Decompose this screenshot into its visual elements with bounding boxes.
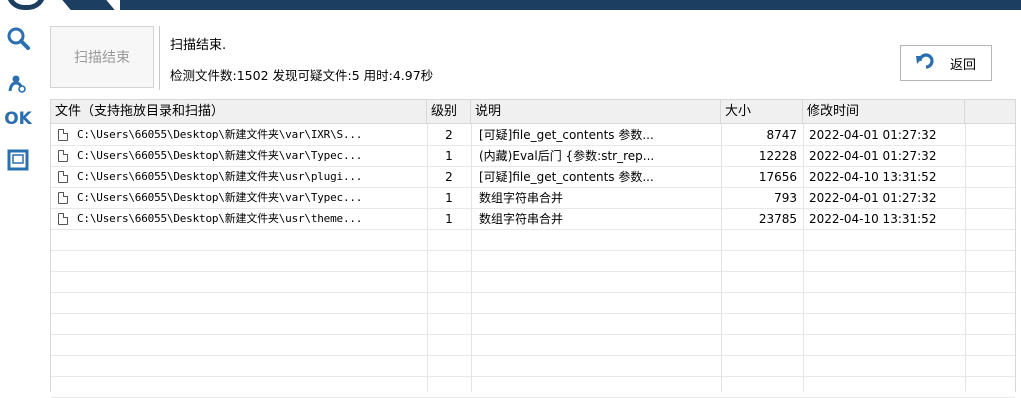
empty-row <box>51 356 1015 377</box>
empty-row <box>51 314 1015 335</box>
status-detail: 检测文件数:1502 发现可疑文件:5 用时:4.97秒 <box>170 68 434 83</box>
empty-row <box>51 377 1015 398</box>
cell-mtime: 2022-04-01 01:27:32 <box>809 149 937 163</box>
cell-desc: 数组字符串合并 <box>479 191 564 205</box>
user-scan-icon[interactable] <box>5 72 31 96</box>
table-row[interactable]: C:\Users\66055\Desktop\新建文件夹\var\Typec..… <box>51 146 1015 167</box>
cell-size: 17656 <box>758 170 797 184</box>
ok-label: OK <box>4 109 32 129</box>
cell-file: C:\Users\66055\Desktop\新建文件夹\var\IXR\S..… <box>77 128 363 141</box>
cell-size: 23785 <box>758 212 797 226</box>
cell-level: 2 <box>445 170 453 184</box>
empty-row <box>51 251 1015 272</box>
results-table: 文件（支持拖放目录和扫描） 级别 说明 大小 修改时间 C:\Users\660… <box>50 99 1016 398</box>
table-row[interactable]: C:\Users\66055\Desktop\新建文件夹\usr\theme..… <box>51 209 1015 230</box>
left-toolbar: OK <box>0 10 44 392</box>
cell-size: 8747 <box>766 128 797 142</box>
table-row[interactable]: C:\Users\66055\Desktop\新建文件夹\var\IXR\S..… <box>51 125 1015 146</box>
file-icon <box>58 213 68 225</box>
cell-file: C:\Users\66055\Desktop\新建文件夹\usr\plugi..… <box>77 170 363 183</box>
cell-desc: 数组字符串合并 <box>479 212 564 226</box>
file-icon <box>58 192 68 204</box>
empty-row <box>51 335 1015 356</box>
header-divider <box>159 26 160 90</box>
cell-mtime: 2022-04-10 13:31:52 <box>809 170 937 184</box>
table-row[interactable]: C:\Users\66055\Desktop\新建文件夹\usr\plugi..… <box>51 167 1015 188</box>
cell-size: 12228 <box>758 149 797 163</box>
cell-file: C:\Users\66055\Desktop\新建文件夹\var\Typec..… <box>77 149 363 162</box>
cell-desc: [可疑]file_get_contents 参数... <box>479 128 654 142</box>
file-icon <box>58 171 68 183</box>
cell-level: 1 <box>445 191 453 205</box>
scan-stop-button[interactable]: 扫描结束 <box>50 26 154 88</box>
cell-size: 793 <box>774 191 797 205</box>
column-header-level[interactable]: 级别 <box>427 100 471 124</box>
empty-row <box>51 230 1015 251</box>
file-icon <box>58 129 68 141</box>
back-button-label: 返回 <box>949 57 976 73</box>
cell-level: 2 <box>445 128 453 142</box>
table-row[interactable]: C:\Users\66055\Desktop\新建文件夹\var\Typec..… <box>51 188 1015 209</box>
undo-icon <box>915 52 936 74</box>
cell-mtime: 2022-04-01 01:27:32 <box>809 191 937 205</box>
file-icon <box>58 150 68 162</box>
status-title: 扫描结束. <box>170 38 227 53</box>
empty-row <box>51 272 1015 293</box>
cell-desc: [可疑]file_get_contents 参数... <box>479 170 654 184</box>
scan-stop-label: 扫描结束 <box>74 50 130 66</box>
top-banner <box>0 0 1021 10</box>
cell-file: C:\Users\66055\Desktop\新建文件夹\usr\theme..… <box>77 212 363 225</box>
table-header: 文件（支持拖放目录和扫描） 级别 说明 大小 修改时间 <box>51 100 1015 124</box>
column-header-file[interactable]: 文件（支持拖放目录和扫描） <box>51 100 427 124</box>
search-icon[interactable] <box>5 26 31 50</box>
back-button[interactable]: 返回 <box>900 45 992 81</box>
window-icon[interactable] <box>5 148 31 172</box>
cell-desc: (内藏)Eval后门 {参数:str_rep... <box>479 149 655 163</box>
cell-mtime: 2022-04-01 01:27:32 <box>809 128 937 142</box>
cell-file: C:\Users\66055\Desktop\新建文件夹\var\Typec..… <box>77 191 363 204</box>
column-header-mtime[interactable]: 修改时间 <box>803 100 965 124</box>
column-header-desc[interactable]: 说明 <box>471 100 721 124</box>
cell-level: 1 <box>445 149 453 163</box>
ok-icon[interactable]: OK <box>4 107 32 131</box>
empty-row <box>51 293 1015 314</box>
app-logo <box>0 0 120 10</box>
cell-mtime: 2022-04-10 13:31:52 <box>809 212 937 226</box>
column-header-size[interactable]: 大小 <box>721 100 803 124</box>
cell-level: 1 <box>445 212 453 226</box>
